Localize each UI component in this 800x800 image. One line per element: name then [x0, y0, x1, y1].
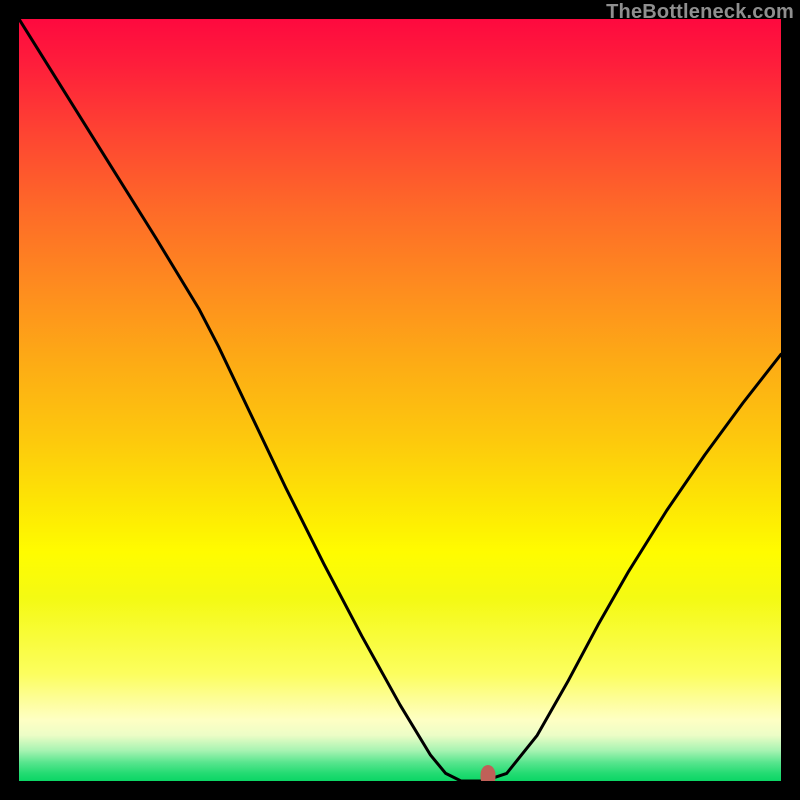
curve-layer: [19, 19, 781, 781]
chart-frame: TheBottleneck.com: [0, 0, 800, 800]
optimal-point-marker: [480, 765, 495, 781]
bottleneck-curve: [19, 19, 781, 781]
plot-area: [19, 19, 781, 781]
